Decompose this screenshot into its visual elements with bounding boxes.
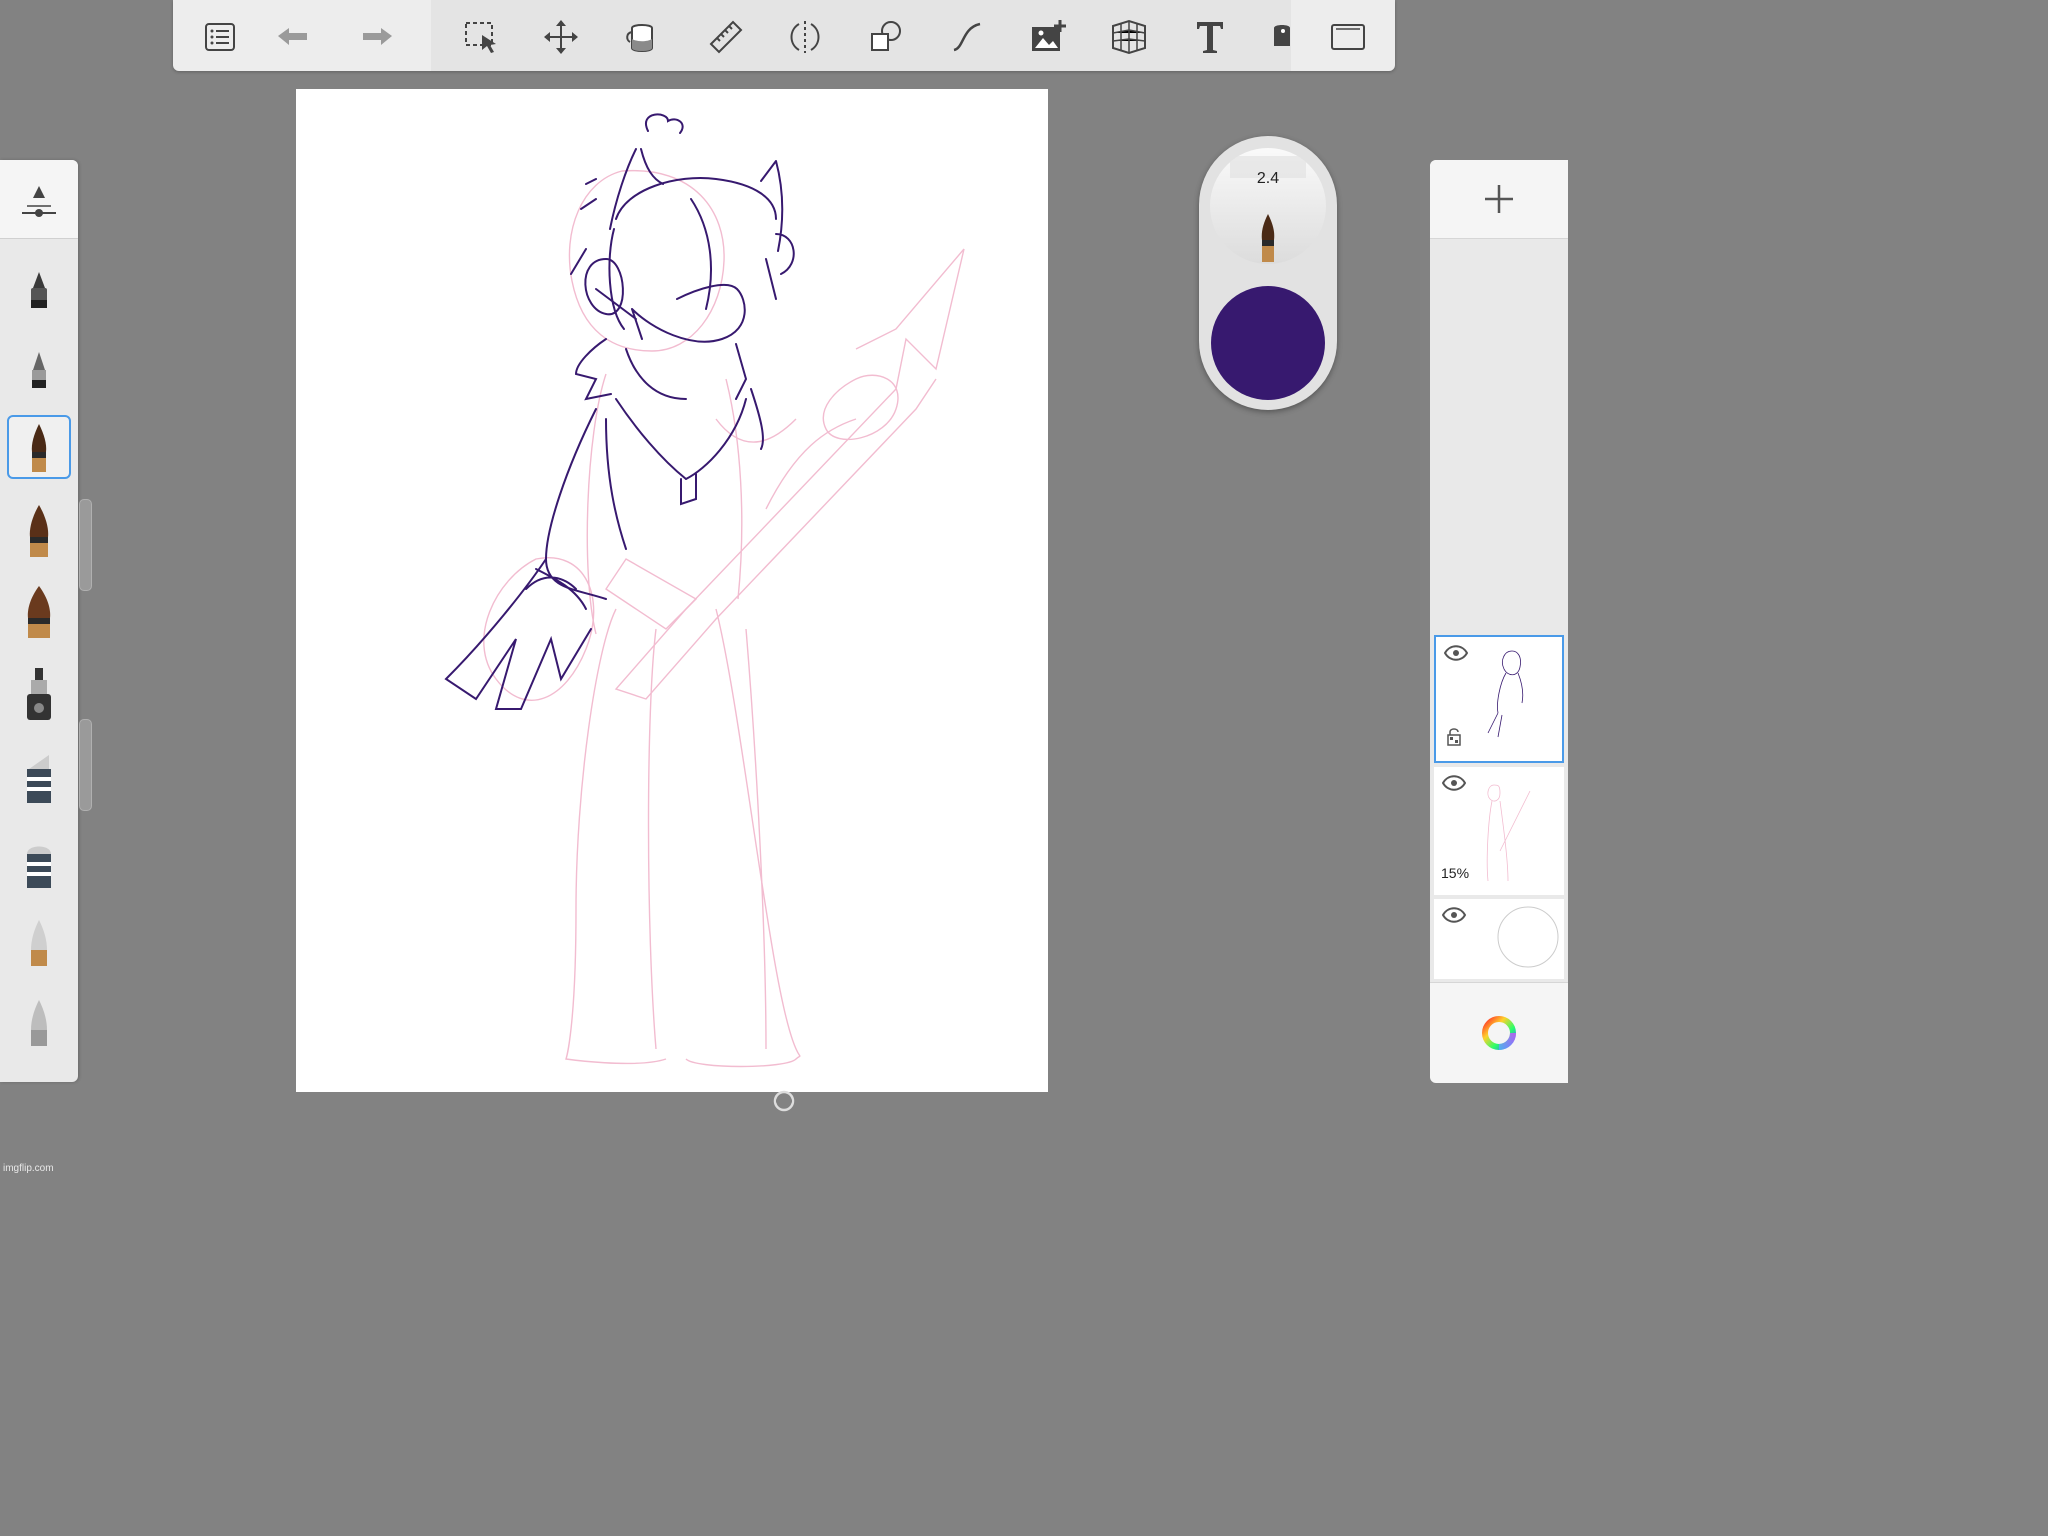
pen-brush-icon [31, 272, 47, 308]
color-wheel-icon [1482, 1016, 1516, 1050]
redo-icon[interactable] [354, 14, 400, 60]
brush-pen[interactable] [7, 259, 71, 323]
copic-icon[interactable] [1259, 14, 1305, 60]
brush-flat[interactable] [7, 580, 71, 644]
pencil-brush-icon [32, 352, 46, 388]
shape-icon[interactable] [863, 14, 909, 60]
chisel-marker-icon [27, 846, 51, 888]
transform-icon[interactable] [538, 14, 584, 60]
fullscreen-icon[interactable] [1325, 14, 1371, 60]
brush-ink[interactable] [7, 415, 71, 479]
fill-icon[interactable] [619, 14, 665, 60]
layer-list-icon[interactable] [197, 14, 243, 60]
puck-brush-size-control[interactable]: 2.4 [1210, 148, 1326, 264]
line-art-strokes [444, 113, 795, 710]
hard-eraser-icon [31, 1000, 47, 1046]
brush-puck[interactable]: 2.4 [1199, 136, 1337, 410]
layer-item-background[interactable] [1434, 899, 1564, 979]
watermark-text: imgflip.com [3, 1163, 54, 1174]
paint-brush-icon [29, 505, 49, 557]
perspective-icon[interactable] [1106, 14, 1152, 60]
brush-settings-icon [22, 186, 56, 217]
brush-eraser-soft[interactable] [7, 912, 71, 976]
flat-brush-icon [27, 586, 51, 638]
brush-settings-button[interactable] [0, 160, 78, 239]
rough-sketch-strokes [483, 169, 965, 1068]
brush-palette [0, 160, 78, 1082]
text-icon[interactable] [1187, 14, 1233, 60]
layer-item-sketch[interactable] [1434, 635, 1564, 763]
airbrush-icon [27, 668, 51, 720]
layer-panel: 15% [1430, 160, 1568, 1083]
visibility-eye-icon[interactable] [1442, 907, 1466, 923]
background-color-thumbnail [1497, 906, 1559, 968]
layer-thumbnail [1487, 650, 1524, 738]
layer-thumbnail [1486, 784, 1531, 882]
brush-paint[interactable] [7, 499, 71, 563]
canvas-drawing [444, 113, 965, 1068]
puck-brush-icon [1230, 156, 1306, 262]
canvas-rotate-handle-icon[interactable] [772, 1089, 796, 1113]
plus-icon [1485, 185, 1513, 213]
brush-pencil[interactable] [7, 339, 71, 403]
brush-chisel-marker[interactable] [7, 830, 71, 894]
visibility-eye-icon[interactable] [1444, 645, 1468, 661]
add-layer-button[interactable] [1430, 160, 1568, 239]
brush-eraser-hard[interactable] [7, 992, 71, 1056]
brush-airbrush[interactable] [7, 662, 71, 726]
ink-brush-icon [31, 424, 47, 472]
lock-transparency-icon[interactable] [1446, 727, 1462, 747]
layer-opacity-label: 15% [1441, 865, 1470, 881]
symmetry-icon[interactable] [782, 14, 828, 60]
brush-marker[interactable] [7, 745, 71, 809]
top-toolbar [173, 0, 1395, 71]
selection-icon[interactable] [458, 14, 504, 60]
ruler-icon[interactable] [703, 14, 749, 60]
undo-icon[interactable] [270, 14, 316, 60]
brush-size-value: 2.4 [1256, 170, 1280, 187]
drawing-canvas[interactable] [296, 89, 1048, 1092]
brush-panel-scroll-handle[interactable] [79, 499, 92, 591]
puck-color-swatch[interactable] [1211, 286, 1325, 400]
brush-panel-resize-handle[interactable] [79, 719, 92, 811]
curve-icon[interactable] [944, 14, 990, 60]
marker-brush-icon [27, 755, 51, 803]
layer-item-rough[interactable]: 15% [1434, 767, 1564, 895]
visibility-eye-icon[interactable] [1442, 775, 1466, 791]
color-editor-button[interactable] [1430, 982, 1568, 1083]
add-image-icon[interactable] [1025, 14, 1071, 60]
soft-eraser-icon [31, 920, 47, 966]
